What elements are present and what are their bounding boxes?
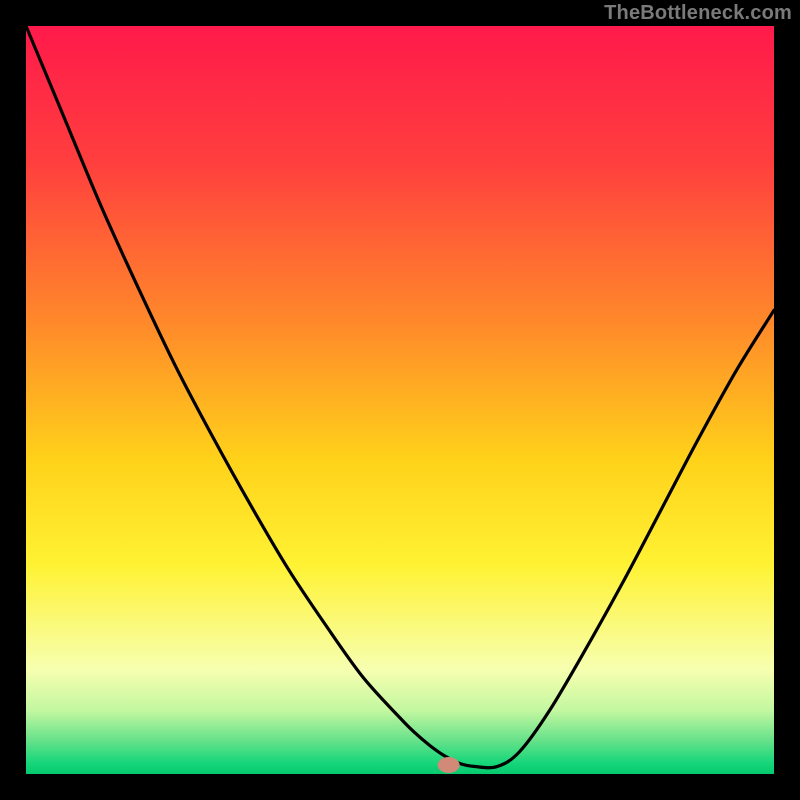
chart-frame: TheBottleneck.com bbox=[0, 0, 800, 800]
plot-area bbox=[26, 26, 774, 774]
optimum-marker bbox=[438, 757, 460, 773]
watermark-text: TheBottleneck.com bbox=[604, 2, 792, 25]
chart-background bbox=[26, 26, 774, 774]
chart-svg bbox=[26, 26, 774, 774]
